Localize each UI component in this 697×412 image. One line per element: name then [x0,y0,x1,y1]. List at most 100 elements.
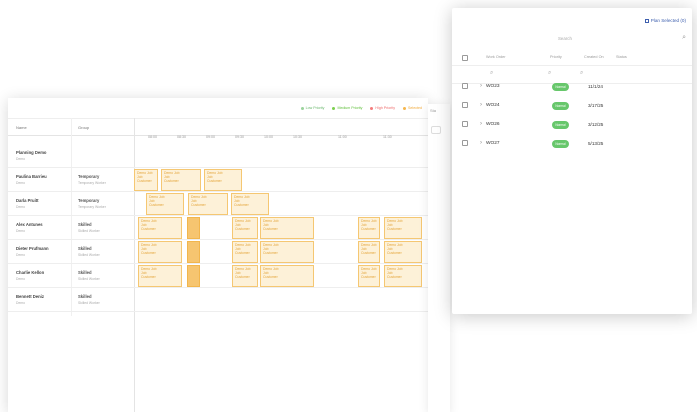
schedule-block-selected[interactable] [187,241,200,263]
block-line: Customer [137,179,152,183]
resource-sub: Demo [16,229,26,233]
schedule-block-selected[interactable] [187,217,200,239]
resource-sub: Demo [16,157,26,161]
schedule-block[interactable]: Demo Job Job Customer [231,193,269,215]
resource-name: Alex Antunes [16,222,43,227]
resource-sub: Demo [16,277,26,281]
block-line: Customer [235,251,250,255]
search-input[interactable]: Search [558,36,572,41]
row-checkbox[interactable] [462,121,468,127]
schedule-block[interactable]: Demo Job Job Customer [232,217,258,239]
select-all-checkbox[interactable] [462,55,468,61]
work-order-id: WO23 [486,84,500,89]
row-checkbox[interactable] [462,140,468,146]
block-line: Customer [387,251,402,255]
schedule-block[interactable]: Demo Job Job Customer [260,241,314,263]
row-checkbox[interactable] [462,83,468,89]
column-header-priority[interactable]: Priority [550,55,562,59]
table-row[interactable]: › WO27 Normal 5/13/25 [452,135,692,155]
resource-sub: Demo [16,181,26,185]
side-tab-panel: Sta [428,104,450,412]
filter-search-icon[interactable]: ⌕ [580,70,583,77]
schedule-block[interactable]: Demo Job Job Customer [204,169,242,191]
schedule-block[interactable]: Demo Job Job Customer [384,241,422,263]
table-row[interactable]: › WO26 Normal 3/12/25 [452,116,692,136]
schedule-block[interactable]: Demo Job Job Customer [134,169,158,191]
schedule-block[interactable]: Demo Job Job Customer [138,265,182,287]
block-line: Customer [234,203,249,207]
schedule-block[interactable]: Demo Job Job Customer [161,169,201,191]
work-order-id: WO26 [486,122,500,127]
time-header: 11:00 [338,135,347,139]
schedule-block[interactable]: Demo Job Job Customer [146,193,184,215]
schedule-block[interactable]: Demo Job Job Customer [260,217,314,239]
column-header-created-on[interactable]: Created On [584,55,604,59]
resource-row[interactable]: Bennett Deniz Demo Skilled Skilled Worke… [8,288,428,312]
priority-badge: Normal [552,121,569,129]
time-header: 08:00 [148,135,157,139]
resource-group: Temporary [78,198,100,203]
legend-medium: Medium Priority [332,106,362,110]
resource-name: Darla Pruitt [16,198,39,203]
filter-search-icon[interactable]: ⌕ [548,70,551,77]
search-icon[interactable]: ⌕ [682,34,686,42]
resource-group-sub: Skilled Worker [78,277,100,281]
block-line: Customer [235,275,250,279]
column-header-work-order[interactable]: Work Order [486,55,506,59]
schedule-block[interactable]: Demo Job Job Customer [384,217,422,239]
resource-group: Temporary [78,174,100,179]
created-on: 11/1/24 [588,84,603,89]
legend-low: Low Priority [300,106,325,110]
schedule-block[interactable]: Demo Job Job Customer [358,241,380,263]
schedule-block[interactable]: Demo Job Job Customer [358,265,380,287]
resource-name: Planning Demo [16,150,47,155]
block-line: Customer [263,275,278,279]
legend-label: Low Priority [305,106,325,110]
search-box[interactable]: Search ⌕ [558,34,686,44]
block-line: Customer [263,227,278,231]
schedule-block[interactable]: Demo Job Job Customer [260,265,314,287]
schedule-block-selected[interactable] [187,265,200,287]
side-tab-button[interactable] [431,126,441,134]
chevron-right-icon[interactable]: › [480,102,482,108]
legend-high: High Priority [370,106,395,110]
time-header: 08:30 [177,135,186,139]
row-checkbox[interactable] [462,102,468,108]
plan-selected-label: Plan Selected (0) [650,18,686,23]
chevron-right-icon[interactable]: › [480,140,482,146]
schedule-block[interactable]: Demo Job Job Customer [384,265,422,287]
table-row[interactable]: › WO24 Normal 3/17/25 [452,97,692,117]
block-line: Customer [164,179,179,183]
side-tab-label[interactable]: Sta [430,108,436,113]
plan-selected-button[interactable]: Plan Selected (0) [644,18,686,23]
work-order-panel: Plan Selected (0) Search ⌕ Work Order Pr… [452,8,692,314]
schedule-block[interactable]: Demo Job Job Customer [232,241,258,263]
legend-label: Medium Priority [337,106,363,110]
chevron-right-icon[interactable]: › [480,83,482,89]
resource-sub: Demo [16,205,26,209]
priority-legend: Low Priority Medium Priority High Priori… [300,106,422,110]
resource-group-sub: Skilled Worker [78,229,100,233]
block-line: Customer [361,227,376,231]
block-line: Customer [361,251,376,255]
block-line: Customer [141,251,156,255]
block-line: Customer [149,203,164,207]
filter-search-icon[interactable]: ⌕ [490,70,493,77]
schedule-block[interactable]: Demo Job Job Customer [188,193,228,215]
time-header: 10:30 [293,135,302,139]
column-header-group[interactable]: Group [78,125,89,130]
resource-sub: Demo [16,253,26,257]
schedule-block[interactable]: Demo Job Job Customer [138,217,182,239]
legend-selected: Selected [403,106,422,110]
created-on: 5/13/25 [588,141,604,146]
table-row[interactable]: › WO23 Normal 11/1/24 [452,78,692,98]
schedule-block[interactable]: Demo Job Job Customer [138,241,182,263]
created-on: 3/12/25 [588,122,604,127]
schedule-block[interactable]: Demo Job Job Customer [232,265,258,287]
column-header-status[interactable]: Status [616,55,627,59]
resource-row[interactable]: Planning Demo Demo [8,144,428,168]
schedule-block[interactable]: Demo Job Job Customer [358,217,380,239]
resource-group: Skilled [78,246,92,251]
column-header-name[interactable]: Name [16,125,27,130]
chevron-right-icon[interactable]: › [480,121,482,127]
